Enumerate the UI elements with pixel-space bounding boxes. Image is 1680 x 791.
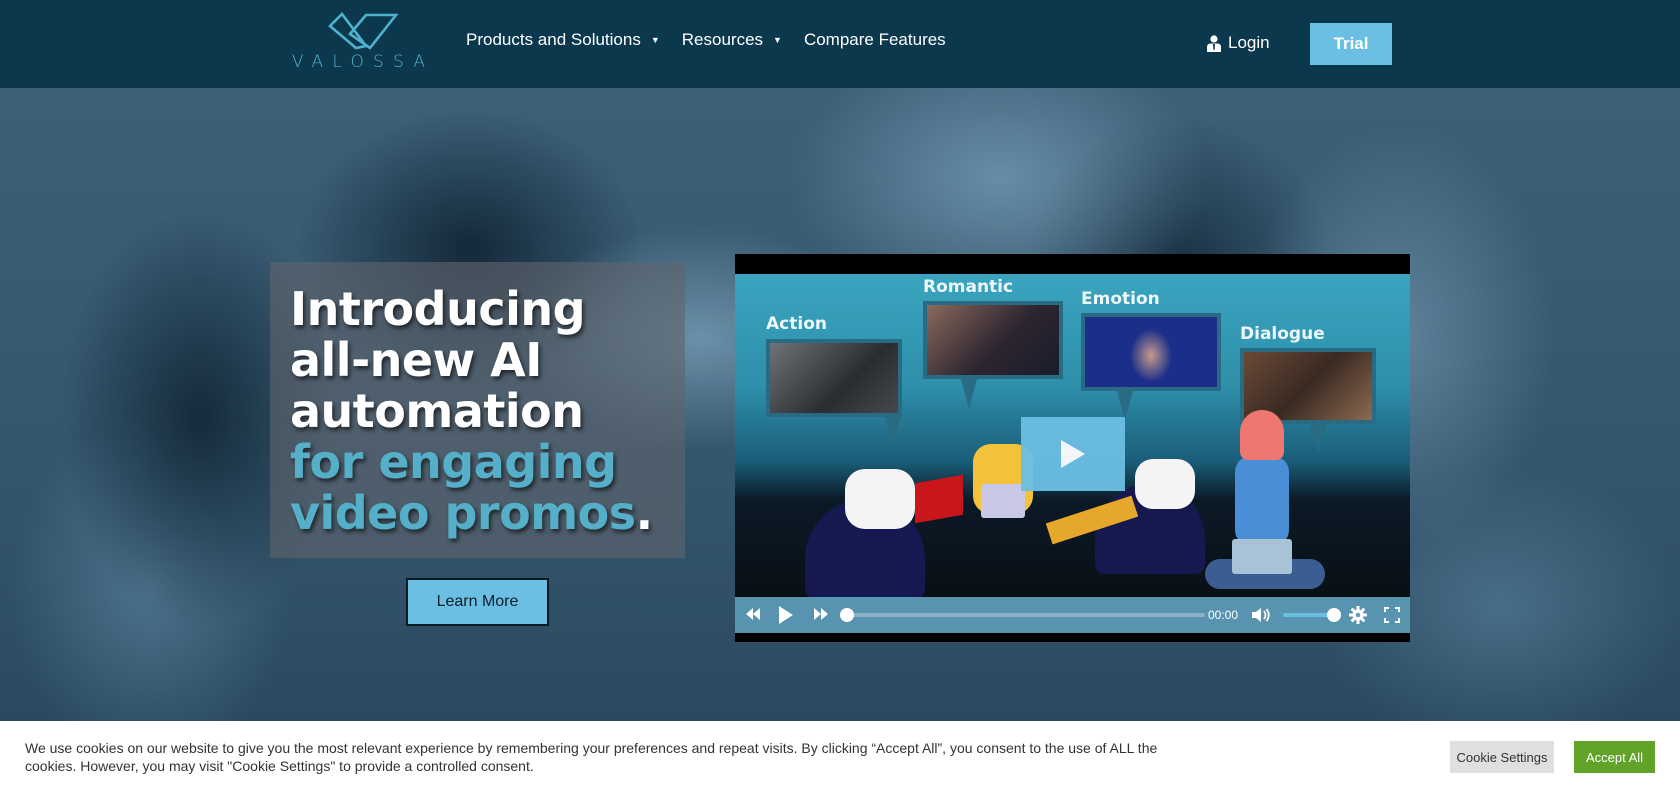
laptop-illustration <box>915 474 963 524</box>
gear-icon <box>1349 606 1367 624</box>
caret-down-icon: ▼ <box>650 35 660 45</box>
headline-white-text: Introducing all-new AI automation <box>290 282 586 438</box>
person-illustration <box>845 469 915 529</box>
nav-label: Compare Features <box>803 30 946 49</box>
volume-icon <box>1252 608 1270 622</box>
speech-tail <box>961 379 977 409</box>
learn-more-button[interactable]: Learn More <box>406 578 549 626</box>
valossa-logo[interactable]: VALOSSA <box>288 12 438 74</box>
mute-button[interactable] <box>1251 607 1271 623</box>
nav-label: Resources <box>681 30 764 49</box>
play-icon <box>779 606 793 624</box>
category-label-action: Action <box>766 314 827 334</box>
nav-compare-features[interactable]: Compare Features <box>804 30 946 50</box>
volume-handle[interactable] <box>1327 608 1341 622</box>
main-nav: Products and Solutions ▼ Resources ▼ Com… <box>466 30 968 50</box>
category-label-dialogue: Dialogue <box>1240 324 1325 344</box>
fullscreen-button[interactable] <box>1384 607 1400 623</box>
big-play-button[interactable] <box>1021 417 1125 491</box>
nav-products-and-solutions[interactable]: Products and Solutions ▼ <box>466 30 660 50</box>
rewind-button[interactable] <box>745 607 761 621</box>
play-icon <box>1061 440 1085 468</box>
laptop-illustration <box>981 484 1025 518</box>
seek-bar[interactable] <box>840 608 1205 622</box>
logo-text: VALOSSA <box>291 52 435 72</box>
current-time: 00:00 <box>1208 608 1239 622</box>
fast-forward-icon <box>814 608 828 620</box>
login-label: Login <box>1228 33 1270 52</box>
volume-slider[interactable] <box>1283 608 1341 622</box>
cookie-message: We use cookies on our website to give yo… <box>25 740 1158 774</box>
site-header: VALOSSA Products and Solutions ▼ Resourc… <box>0 0 1680 88</box>
hero-headline: Introducing all-new AI automation for en… <box>290 284 670 539</box>
person-illustration <box>1135 459 1195 509</box>
emotion-thumbnail <box>1081 313 1221 391</box>
seek-handle[interactable] <box>840 608 854 622</box>
settings-button[interactable] <box>1349 606 1367 624</box>
person-illustration <box>1235 456 1289 546</box>
category-label-romantic: Romantic <box>923 277 1014 297</box>
fast-forward-button[interactable] <box>813 607 829 621</box>
nav-resources[interactable]: Resources ▼ <box>682 30 782 50</box>
fullscreen-icon <box>1384 607 1400 623</box>
logo-mark-icon <box>328 12 398 50</box>
rewind-icon <box>746 608 760 620</box>
person-hair-illustration <box>1240 410 1284 460</box>
caret-down-icon: ▼ <box>773 35 782 45</box>
video-player[interactable]: Action Romantic Emotion Dialogue 00:00 <box>735 254 1410 642</box>
accept-all-button[interactable]: Accept All <box>1574 741 1655 773</box>
headline-period: . <box>635 486 653 540</box>
video-poster[interactable]: Action Romantic Emotion Dialogue <box>735 274 1410 599</box>
play-button[interactable] <box>778 605 794 625</box>
speech-tail <box>1310 424 1326 454</box>
romantic-thumbnail <box>923 301 1063 379</box>
cookie-consent-bar: We use cookies on our website to give yo… <box>0 721 1680 791</box>
speech-tail <box>885 417 901 447</box>
category-label-emotion: Emotion <box>1081 289 1160 309</box>
nav-label: Products and Solutions <box>466 30 641 49</box>
video-controls: 00:00 <box>735 597 1410 633</box>
user-icon <box>1207 34 1221 52</box>
laptop-illustration <box>1232 539 1292 574</box>
login-link[interactable]: Login <box>1207 33 1270 53</box>
action-thumbnail <box>766 339 902 417</box>
hero-section: Introducing all-new AI automation for en… <box>0 88 1680 721</box>
cookie-settings-button[interactable]: Cookie Settings <box>1450 741 1554 773</box>
trial-button[interactable]: Trial <box>1310 23 1392 65</box>
headline-accent-text: for engaging video promos <box>290 435 636 540</box>
